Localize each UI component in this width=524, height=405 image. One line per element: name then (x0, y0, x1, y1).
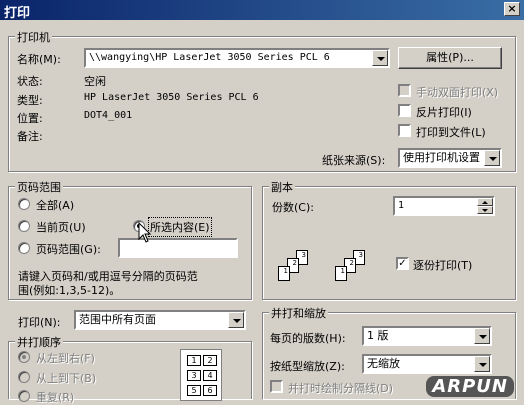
printer-name-value: \\wangying\HP LaserJet 3050 Series PCL 6 (89, 52, 330, 63)
pages-per-sheet-label: 每页的版数(H): (270, 332, 346, 345)
draw-borders-checkbox[interactable] (270, 380, 283, 393)
radio-current-page-label: 当前页(U) (36, 221, 86, 234)
collate-page: 1 (335, 266, 347, 281)
copies-group-label: 副本 (269, 179, 295, 195)
page-range-input[interactable] (118, 238, 238, 258)
location-label: 位置: (17, 112, 43, 125)
draw-borders-label: 并打时绘制分隔线(D) (288, 382, 394, 395)
paper-source-select[interactable]: 使用打印机设置 (398, 148, 502, 168)
scale-value: 无缩放 (367, 357, 400, 370)
order-cell: 5 (187, 385, 201, 396)
status-value: 空闲 (84, 75, 106, 88)
pages-per-sheet-value: 1 版 (367, 329, 389, 342)
zoom-group-label: 并打和缩放 (269, 305, 328, 321)
print-to-file-checkbox[interactable] (398, 124, 411, 137)
spin-down-icon[interactable] (477, 206, 493, 214)
type-value: HP LaserJet 3050 Series PCL 6 (84, 92, 259, 103)
paper-source-value: 使用打印机设置 (403, 151, 480, 164)
manual-duplex-checkbox[interactable] (398, 84, 411, 97)
print-what-label: 打印(N): (18, 316, 61, 329)
collate-page: 1 (278, 266, 290, 281)
scale-select[interactable]: 无缩放 (362, 354, 492, 374)
copies-count-spinner[interactable]: 1 (393, 196, 495, 216)
reverse-print-label: 反片打印(I) (416, 106, 472, 119)
radio-top-to-bottom[interactable] (18, 371, 30, 383)
radio-all-label: 全部(A) (36, 199, 75, 212)
chevron-down-icon[interactable] (474, 356, 490, 372)
properties-button[interactable]: 属性(P)... (398, 47, 502, 69)
copies-count-label: 份数(C): (272, 201, 314, 214)
radio-current-page[interactable] (18, 220, 30, 232)
close-button[interactable]: × (504, 2, 520, 16)
chevron-down-icon[interactable] (484, 150, 500, 166)
printer-group-label: 打印机 (15, 29, 52, 45)
page-range-group-label: 页码范围 (15, 179, 63, 195)
radio-all[interactable] (18, 198, 30, 210)
print-what-value: 范围中所有页面 (79, 313, 156, 326)
order-preview: 1 2 3 4 5 6 (180, 349, 222, 401)
radio-left-to-right[interactable] (18, 351, 30, 363)
scale-label: 按纸型缩放(Z): (270, 360, 345, 373)
radio-repeat-label: 重复(R) (36, 391, 75, 404)
collate-label: 逐份打印(T) (413, 259, 473, 272)
chevron-down-icon[interactable] (372, 50, 388, 66)
print-to-file-label: 打印到文件(L) (416, 126, 486, 139)
radio-pages-label: 页码范围(G): (36, 243, 101, 256)
manual-duplex-label: 手动双面打印(X) (416, 86, 499, 99)
order-cell: 4 (203, 370, 217, 381)
radio-pages[interactable] (18, 242, 30, 254)
order-cell: 1 (187, 355, 201, 366)
order-cell: 6 (203, 385, 217, 396)
type-label: 类型: (17, 94, 43, 107)
printer-name-label: 名称(M): (17, 53, 61, 66)
paper-source-label: 纸张来源(S): (322, 154, 386, 167)
chevron-down-icon[interactable] (474, 328, 490, 344)
order-group-label: 并打顺序 (15, 334, 63, 350)
print-what-select[interactable]: 范围中所有页面 (74, 310, 246, 330)
copies-count-value: 1 (398, 200, 405, 211)
comment-label: 备注: (17, 130, 43, 143)
radio-selection-label: 所选内容(E) (148, 217, 212, 237)
title-bar: 打印 × (0, 0, 524, 21)
reverse-print-checkbox[interactable] (398, 104, 411, 117)
mouse-cursor-icon (138, 222, 152, 243)
pages-per-sheet-select[interactable]: 1 版 (362, 326, 492, 346)
window-title: 打印 (4, 6, 31, 21)
order-cell: 3 (187, 370, 201, 381)
collate-checkbox[interactable]: ✓ (396, 257, 409, 270)
location-value: DOT4_001 (84, 110, 133, 121)
status-label: 状态: (17, 75, 43, 88)
chevron-down-icon[interactable] (228, 312, 244, 328)
radio-top-to-bottom-label: 从上到下(B) (36, 372, 97, 385)
spin-up-icon[interactable] (477, 198, 493, 206)
radio-repeat[interactable] (18, 390, 30, 402)
radio-left-to-right-label: 从左到右(F) (36, 352, 95, 365)
order-cell: 2 (203, 355, 217, 366)
printer-name-select[interactable]: \\wangying\HP LaserJet 3050 Series PCL 6 (84, 48, 390, 68)
page-range-hint-2: 围(例如:1,3,5-12)。 (18, 284, 121, 297)
watermark-logo: ARPUN (426, 376, 514, 397)
